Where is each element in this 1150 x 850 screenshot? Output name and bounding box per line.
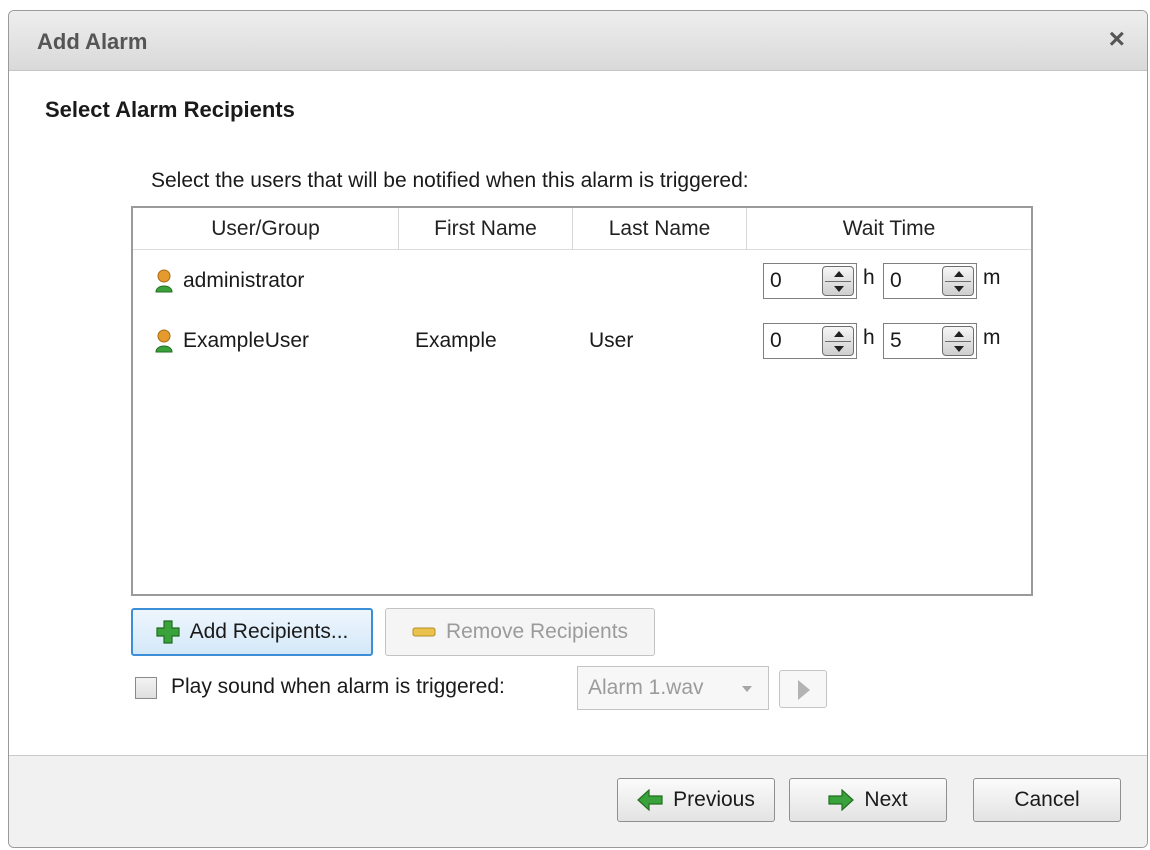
user-name: ExampleUser — [183, 329, 310, 352]
add-alarm-dialog: Add Alarm × Select Alarm Recipients Sele… — [8, 10, 1148, 848]
recipients-table: User/Group First Name Last Name Wait Tim… — [131, 206, 1033, 596]
chevron-down-icon[interactable] — [742, 686, 752, 692]
section-title: Select Alarm Recipients — [45, 97, 295, 122]
down-arrow-icon[interactable] — [954, 346, 964, 352]
minutes-unit: m — [983, 266, 1001, 289]
column-header-wait-time[interactable]: Wait Time — [747, 208, 1031, 250]
instruction-text: Select the users that will be notified w… — [151, 169, 749, 192]
sound-select-value: Alarm 1.wav — [588, 676, 704, 699]
play-sound-label: Play sound when alarm is triggered: — [171, 675, 505, 698]
first-name-cell: Example — [415, 329, 497, 352]
sound-select[interactable]: Alarm 1.wav — [577, 666, 769, 710]
hours-spin-buttons[interactable] — [822, 266, 854, 296]
minutes-unit: m — [983, 326, 1001, 349]
minutes-value: 5 — [890, 329, 902, 352]
table-row[interactable]: administrator 0 h 0 m — [133, 256, 1031, 306]
column-header-first-name[interactable]: First Name — [399, 208, 573, 250]
next-label: Next — [864, 788, 908, 811]
user-name: administrator — [183, 269, 305, 292]
add-recipients-button[interactable]: Add Recipients... — [131, 608, 373, 656]
add-recipients-label: Add Recipients... — [189, 620, 349, 643]
hours-stepper[interactable]: 0 — [763, 323, 857, 359]
hours-value: 0 — [770, 269, 782, 292]
play-icon — [798, 680, 810, 700]
up-arrow-icon[interactable] — [834, 331, 844, 337]
hours-unit: h — [863, 326, 875, 349]
user-icon — [155, 269, 173, 293]
remove-recipients-button[interactable]: Remove Recipients — [385, 608, 655, 656]
cancel-label: Cancel — [1014, 788, 1080, 811]
dialog-title: Add Alarm — [37, 29, 148, 54]
play-sound-button[interactable] — [779, 670, 827, 708]
table-header: User/Group First Name Last Name Wait Tim… — [133, 208, 1031, 250]
minutes-stepper[interactable]: 0 — [883, 263, 977, 299]
user-cell: ExampleUser — [155, 316, 309, 366]
minutes-spin-buttons[interactable] — [942, 326, 974, 356]
arrow-left-icon — [637, 789, 663, 811]
down-arrow-icon[interactable] — [834, 346, 844, 352]
hours-spin-buttons[interactable] — [822, 326, 854, 356]
up-arrow-icon[interactable] — [834, 271, 844, 277]
title-bar: Add Alarm × — [9, 11, 1147, 71]
cancel-button[interactable]: Cancel — [973, 778, 1121, 822]
up-arrow-icon[interactable] — [954, 271, 964, 277]
last-name-cell: User — [589, 329, 634, 352]
play-sound-checkbox[interactable] — [135, 677, 157, 699]
column-header-last-name[interactable]: Last Name — [573, 208, 747, 250]
up-arrow-icon[interactable] — [954, 331, 964, 337]
user-cell: administrator — [155, 256, 304, 306]
minutes-spin-buttons[interactable] — [942, 266, 974, 296]
previous-label: Previous — [673, 788, 755, 811]
column-header-user-group[interactable]: User/Group — [133, 208, 399, 250]
hours-unit: h — [863, 266, 875, 289]
next-button[interactable]: Next — [789, 778, 947, 822]
dialog-footer: Previous Next Cancel — [9, 755, 1147, 847]
previous-button[interactable]: Previous — [617, 778, 775, 822]
arrow-right-icon — [828, 789, 855, 811]
minus-icon — [412, 627, 436, 637]
user-icon — [155, 329, 173, 353]
down-arrow-icon[interactable] — [834, 286, 844, 292]
hours-value: 0 — [770, 329, 782, 352]
minutes-stepper[interactable]: 5 — [883, 323, 977, 359]
plus-icon — [156, 620, 180, 644]
close-button[interactable]: × — [1109, 25, 1125, 53]
hours-stepper[interactable]: 0 — [763, 263, 857, 299]
remove-recipients-label: Remove Recipients — [445, 620, 629, 643]
minutes-value: 0 — [890, 269, 902, 292]
down-arrow-icon[interactable] — [954, 286, 964, 292]
table-row[interactable]: ExampleUser Example User 0 h 5 m — [133, 316, 1031, 366]
